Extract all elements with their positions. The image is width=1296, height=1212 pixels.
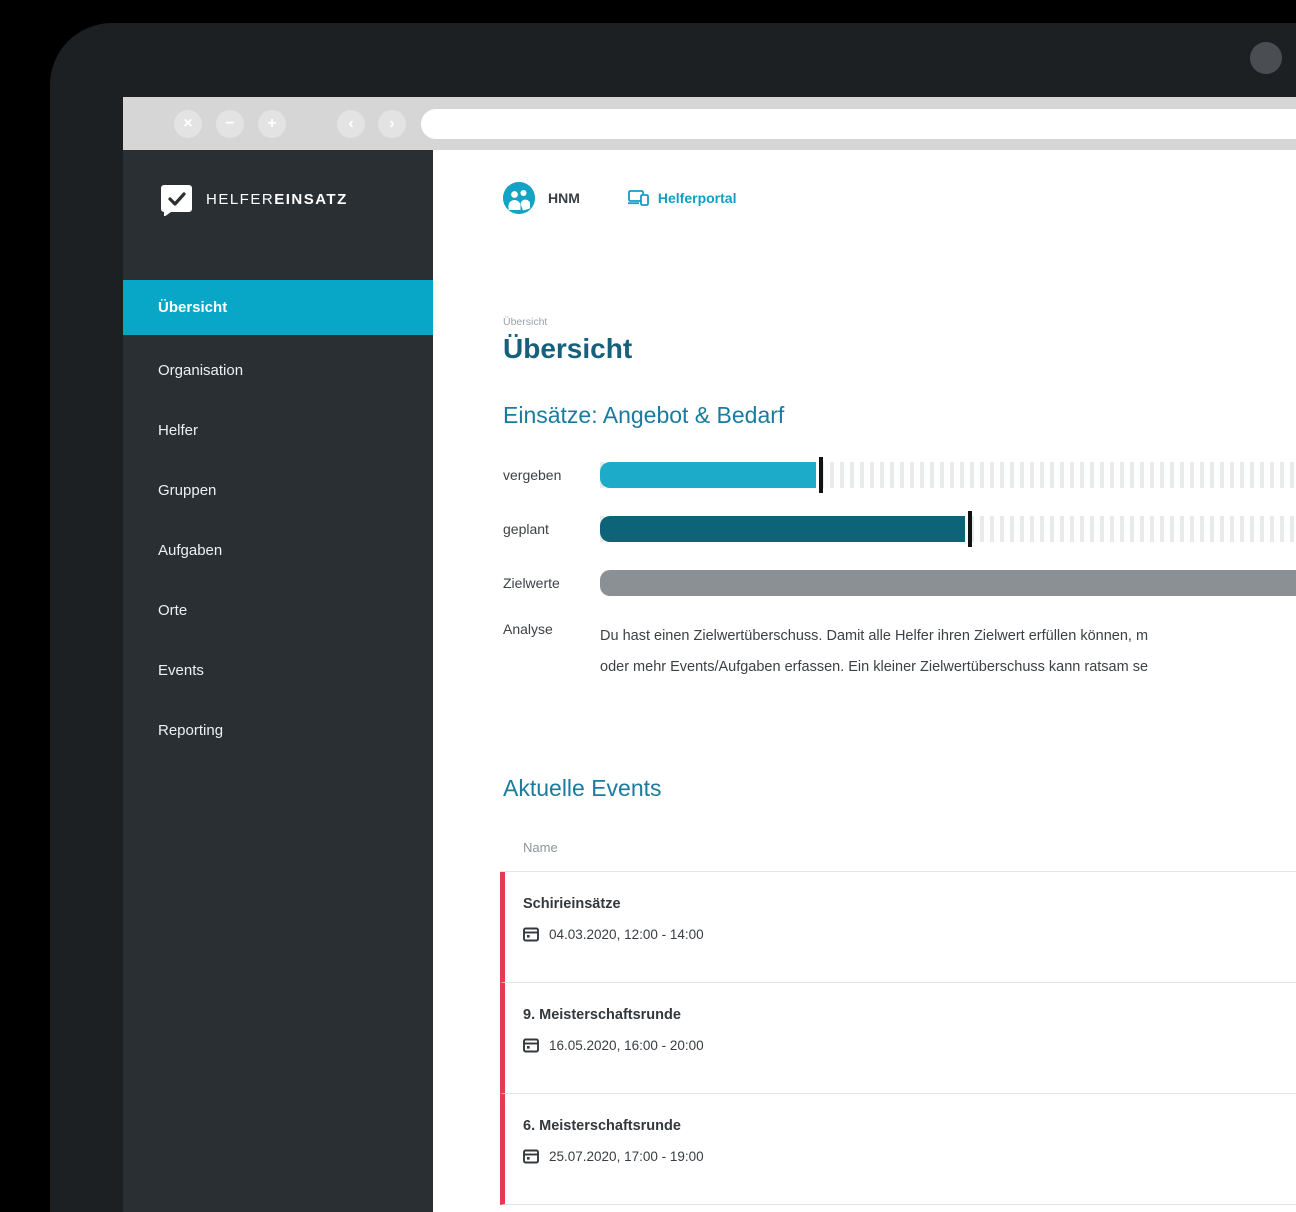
user-avatar[interactable] bbox=[503, 182, 535, 214]
sidebar-menu: Übersicht Organisation Helfer Gruppen Au… bbox=[123, 280, 433, 760]
bar-track-zielwerte bbox=[600, 570, 1296, 596]
bar-track-geplant bbox=[600, 516, 1296, 542]
camera-dot bbox=[1250, 42, 1282, 74]
brand-name: HELFEREINSATZ bbox=[206, 191, 348, 208]
brand-name-bold: EINSATZ bbox=[274, 191, 348, 208]
event-name: 6. Meisterschaftsrunde bbox=[523, 1118, 1296, 1134]
bar-target-marker-geplant bbox=[968, 511, 972, 547]
main-content: HNM Helferportal Übersicht Übersicht Ein… bbox=[433, 150, 1296, 1212]
bar-label-geplant: geplant bbox=[503, 521, 600, 537]
devices-icon bbox=[628, 190, 649, 206]
event-date-row: 25.07.2020, 17:00 - 19:00 bbox=[523, 1148, 1296, 1164]
url-bar[interactable] bbox=[421, 109, 1296, 139]
breadcrumb: Übersicht bbox=[503, 316, 1296, 328]
sidebar: HELFEREINSATZ Übersicht Organisation Hel… bbox=[123, 150, 433, 1212]
analyse-row: Analyse Du hast einen Zielwertüberschuss… bbox=[503, 621, 1296, 683]
maximize-window-button[interactable]: + bbox=[258, 110, 286, 138]
page-title: Übersicht bbox=[503, 333, 1296, 365]
bar-target-marker-vergeben bbox=[819, 457, 823, 493]
bar-label-zielwerte: Zielwerte bbox=[503, 575, 600, 591]
bar-row-geplant: geplant bbox=[503, 516, 1296, 542]
event-row-schirieinsaetze[interactable]: Schirieinsätze 04.03.2020, 12:00 - 14:00 bbox=[500, 872, 1296, 983]
bar-fill-vergeben bbox=[600, 462, 816, 488]
user-initials[interactable]: HNM bbox=[548, 190, 580, 206]
sidebar-item-reporting[interactable]: Reporting bbox=[123, 700, 433, 760]
bar-fill-geplant bbox=[600, 516, 965, 542]
event-name: Schirieinsätze bbox=[523, 896, 1296, 912]
sidebar-item-events[interactable]: Events bbox=[123, 640, 433, 700]
bar-row-zielwerte: Zielwerte bbox=[503, 570, 1296, 596]
sidebar-item-orte[interactable]: Orte bbox=[123, 580, 433, 640]
events-table: Name Schirieinsätze 04.03.2020, 12:00 - … bbox=[500, 826, 1296, 1205]
events-name-column-header: Name bbox=[500, 826, 1296, 872]
sidebar-item-gruppen[interactable]: Gruppen bbox=[123, 460, 433, 520]
analyse-label: Analyse bbox=[503, 621, 600, 683]
helferportal-link[interactable]: Helferportal bbox=[628, 190, 737, 206]
analyse-text-line1: Du hast einen Zielwertüberschuss. Damit … bbox=[600, 621, 1296, 652]
aktuelle-events-heading: Aktuelle Events bbox=[503, 775, 1296, 802]
event-date: 16.05.2020, 16:00 - 20:00 bbox=[549, 1038, 704, 1053]
brand-checkmark-bubble-icon bbox=[160, 183, 193, 216]
analyse-text-line2: oder mehr Events/Aufgaben erfassen. Ein … bbox=[600, 652, 1296, 683]
device-frame: × − + ‹ › HELFEREINSATZ Übersicht Organi… bbox=[50, 23, 1296, 1212]
event-date-row: 16.05.2020, 16:00 - 20:00 bbox=[523, 1037, 1296, 1053]
browser-chrome: × − + ‹ › bbox=[123, 97, 1296, 150]
analyse-text: Du hast einen Zielwertüberschuss. Damit … bbox=[600, 621, 1296, 683]
people-icon bbox=[503, 182, 535, 214]
bar-label-vergeben: vergeben bbox=[503, 467, 600, 483]
minimize-window-button[interactable]: − bbox=[216, 110, 244, 138]
event-date: 25.07.2020, 17:00 - 19:00 bbox=[549, 1149, 704, 1164]
sidebar-item-uebersicht[interactable]: Übersicht bbox=[123, 280, 433, 335]
sidebar-item-organisation[interactable]: Organisation bbox=[123, 340, 433, 400]
calendar-icon bbox=[523, 1148, 539, 1164]
event-name: 9. Meisterschaftsrunde bbox=[523, 1007, 1296, 1023]
calendar-icon bbox=[523, 926, 539, 942]
content-header: HNM Helferportal bbox=[503, 182, 1296, 214]
bar-fill-zielwerte bbox=[600, 570, 1296, 596]
brand-logo[interactable]: HELFEREINSATZ bbox=[123, 150, 433, 216]
event-row-9-meisterschaftsrunde[interactable]: 9. Meisterschaftsrunde 16.05.2020, 16:00… bbox=[500, 983, 1296, 1094]
helferportal-link-label: Helferportal bbox=[658, 190, 737, 206]
window-body: HELFEREINSATZ Übersicht Organisation Hel… bbox=[123, 150, 1296, 1212]
browser-window: × − + ‹ › HELFEREINSATZ Übersicht Organi… bbox=[123, 97, 1296, 1212]
calendar-icon bbox=[523, 1037, 539, 1053]
close-window-button[interactable]: × bbox=[174, 110, 202, 138]
browser-forward-button[interactable]: › bbox=[378, 110, 406, 138]
angebot-bedarf-chart: vergeben geplant Z bbox=[503, 462, 1296, 683]
bar-row-vergeben: vergeben bbox=[503, 462, 1296, 488]
event-date-row: 04.03.2020, 12:00 - 14:00 bbox=[523, 926, 1296, 942]
brand-name-regular: HELFER bbox=[206, 191, 274, 208]
browser-back-button[interactable]: ‹ bbox=[337, 110, 365, 138]
sidebar-item-helfer[interactable]: Helfer bbox=[123, 400, 433, 460]
einsaetze-section-heading: Einsätze: Angebot & Bedarf bbox=[503, 402, 1296, 429]
sidebar-item-aufgaben[interactable]: Aufgaben bbox=[123, 520, 433, 580]
bar-track-vergeben bbox=[600, 462, 1296, 488]
event-date: 04.03.2020, 12:00 - 14:00 bbox=[549, 927, 704, 942]
event-row-6-meisterschaftsrunde[interactable]: 6. Meisterschaftsrunde 25.07.2020, 17:00… bbox=[500, 1094, 1296, 1205]
